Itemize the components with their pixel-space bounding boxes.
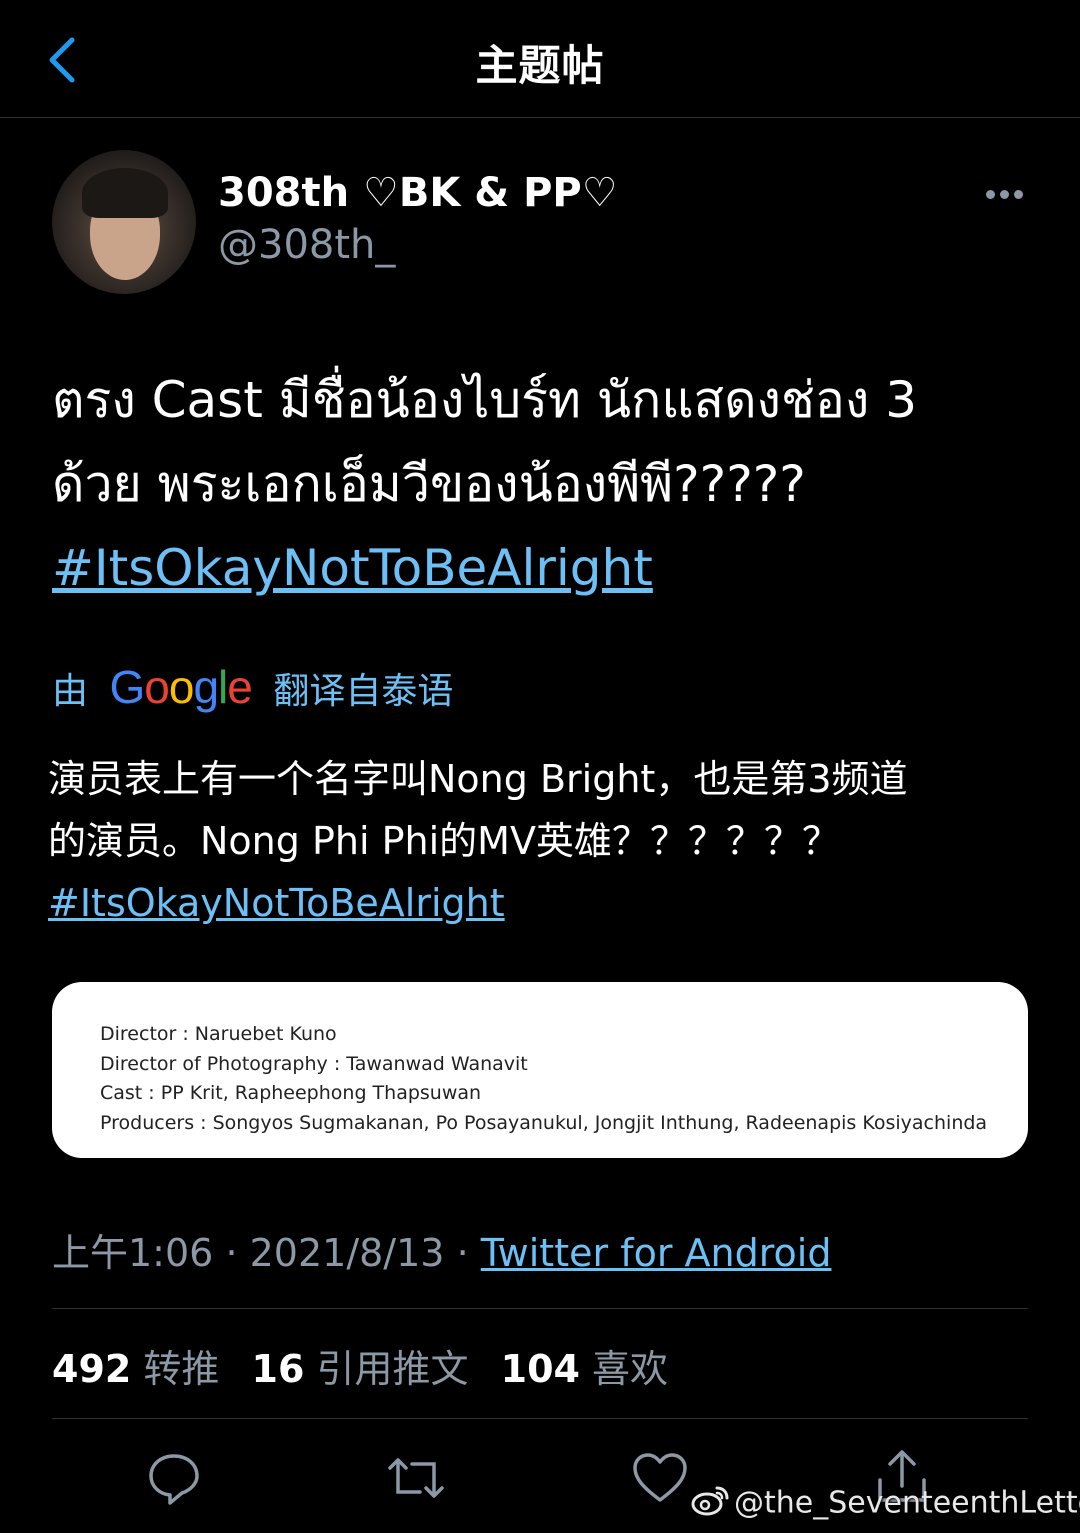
likes-label: 喜欢 <box>592 1347 669 1391</box>
more-dot-icon <box>1000 190 1009 199</box>
retweets-count: 492 <box>52 1347 132 1391</box>
divider <box>52 1418 1028 1419</box>
meta-separator: · <box>456 1231 469 1275</box>
google-logo: Google <box>109 661 252 713</box>
page-title: 主题帖 <box>475 41 605 90</box>
translated-line: 演员表上有一个名字叫Nong Bright，也是第3频道 <box>48 757 908 801</box>
retweets-stat[interactable]: 492 转推 <box>52 1347 239 1391</box>
more-dot-icon <box>1014 190 1023 199</box>
translated-prefix: 由 <box>52 671 89 712</box>
divider <box>52 1308 1028 1309</box>
translated-line: 的演员。Nong Phi Phi的MV英雄？？？？？？ <box>48 819 840 863</box>
tweet-stats: 492 转推 16 引用推文 104 喜欢 <box>52 1338 688 1393</box>
credit-line: Cast : PP Krit, Rapheephong Thapsuwan <box>100 1082 482 1104</box>
credits-list: Director : Naruebet Kuno Director of Pho… <box>100 1020 987 1138</box>
author-handle[interactable]: @308th_ <box>218 222 395 268</box>
translated-hashtag-link[interactable]: #ItsOkayNotToBeAlright <box>48 872 1048 934</box>
tweet-meta: 上午1:06 · 2021/8/13 · Twitter for Android <box>52 1222 831 1277</box>
meta-separator: · <box>225 1231 238 1275</box>
tweet-hashtag-link[interactable]: #ItsOkayNotToBeAlright <box>52 526 1042 610</box>
heart-icon <box>633 1453 687 1502</box>
translated-text: 演员表上有一个名字叫Nong Bright，也是第3频道 的演员。Nong Ph… <box>48 748 1048 934</box>
retweets-label: 转推 <box>143 1347 220 1391</box>
retweet-icon <box>388 1458 444 1498</box>
top-bar: 主题帖 <box>0 0 1080 118</box>
credit-line: Director of Photography : Tawanwad Wanav… <box>100 1052 528 1075</box>
quotes-count: 16 <box>251 1347 305 1391</box>
credit-line: Director : Naruebet Kuno <box>100 1023 337 1045</box>
translated-suffix: 翻译自泰语 <box>273 671 454 712</box>
tweet-line: ตรง Cast มีชื่อน้องไบร์ท นักแสดงช่อง 3 <box>52 371 918 429</box>
tweet-date: 2021/8/13 <box>249 1231 445 1275</box>
tweet-line: ด้วย พระเอกเอ็มวีของน้องพีพี????? <box>52 455 806 513</box>
avatar[interactable] <box>52 150 196 294</box>
quotes-stat[interactable]: 16 引用推文 <box>252 1347 489 1391</box>
translated-by-label[interactable]: 由 Google 翻译自泰语 <box>52 660 453 714</box>
likes-stat[interactable]: 104 喜欢 <box>501 1347 688 1391</box>
tweet-source-link[interactable]: Twitter for Android <box>481 1231 832 1275</box>
reply-icon <box>149 1454 199 1505</box>
more-dot-icon <box>986 190 995 199</box>
likes-count: 104 <box>500 1347 580 1391</box>
avatar-hair <box>82 168 168 218</box>
author-display-name[interactable]: 308th ♡BK & PP♡ <box>218 170 618 216</box>
attached-image[interactable]: Director : Naruebet Kuno Director of Pho… <box>52 982 1028 1158</box>
credit-line: Producers : Songyos Sugmakanan, Po Posay… <box>100 1111 988 1134</box>
like-button[interactable] <box>630 1448 690 1508</box>
retweet-button[interactable] <box>386 1448 446 1508</box>
weibo-watermark: @the_SeventeenthLetter <box>690 1484 1080 1524</box>
tweet-text: ตรง Cast มีชื่อน้องไบร์ท นักแสดงช่อง 3 ด… <box>52 358 1042 610</box>
quotes-label: 引用推文 <box>316 1347 469 1391</box>
reply-button[interactable] <box>144 1448 204 1508</box>
watermark-text: @the_SeventeenthLetter <box>734 1485 1080 1521</box>
tweet-time: 上午1:06 <box>52 1231 214 1275</box>
weibo-icon <box>690 1484 730 1524</box>
more-options-button[interactable] <box>984 184 1026 206</box>
